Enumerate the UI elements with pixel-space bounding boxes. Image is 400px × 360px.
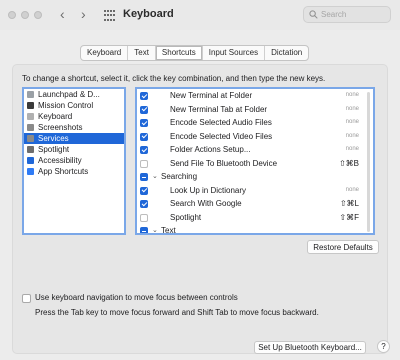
shortcut-label: Encode Selected Audio Files xyxy=(170,118,272,127)
minimize-window-button[interactable] xyxy=(21,11,29,19)
screenshots-icon xyxy=(27,124,34,131)
category-label: Launchpad & D... xyxy=(38,90,100,99)
chevron-down-icon[interactable]: ⌄ xyxy=(152,170,158,184)
shortcut-checkbox[interactable] xyxy=(140,119,148,127)
shortcut-group-row[interactable]: ⌄ Searching xyxy=(137,170,373,184)
shortcut-row[interactable]: Send File To Bluetooth Device ⇧⌘B xyxy=(137,157,373,171)
shortcut-checkbox[interactable] xyxy=(140,146,148,154)
keyboard-navigation-checkbox[interactable] xyxy=(22,294,31,303)
shortcut-checkbox[interactable] xyxy=(140,173,148,181)
shortcut-checkbox[interactable] xyxy=(140,213,148,222)
keyboard-icon xyxy=(27,113,34,120)
shortcut-label: Search With Google xyxy=(170,199,242,208)
category-label: Services xyxy=(38,134,69,143)
tab-keyboard[interactable]: Keyboard xyxy=(81,46,129,60)
instructions-text: To change a shortcut, select it, click t… xyxy=(22,74,326,83)
shortcut-key[interactable]: none xyxy=(346,103,359,117)
shortcut-row[interactable]: Encode Selected Video Files none xyxy=(137,130,373,144)
shortcut-key[interactable]: none xyxy=(346,130,359,144)
chevron-down-icon[interactable]: ⌄ xyxy=(152,224,158,233)
shortcut-key[interactable]: ⇧⌘B xyxy=(339,157,359,171)
search-field[interactable] xyxy=(303,6,391,23)
shortcut-key[interactable]: ⇧⌘F xyxy=(339,211,359,225)
mission-control-icon xyxy=(27,102,34,109)
category-label: App Shortcuts xyxy=(38,167,89,176)
category-item[interactable]: Keyboard xyxy=(24,111,124,122)
tab-bar: Keyboard Text Shortcuts Input Sources Di… xyxy=(80,45,310,61)
shortcut-row[interactable]: Encode Selected Audio Files none xyxy=(137,116,373,130)
shortcut-row[interactable]: New Terminal Tab at Folder none xyxy=(137,103,373,117)
show-all-grid-icon[interactable] xyxy=(104,10,116,22)
shortcut-checkbox[interactable] xyxy=(140,132,148,141)
shortcut-row[interactable]: Search With Google ⇧⌘L xyxy=(137,197,373,211)
shortcut-key[interactable]: none xyxy=(346,116,359,130)
tab-shortcuts[interactable]: Shortcuts xyxy=(155,46,203,60)
shortcut-key[interactable]: none xyxy=(346,184,359,198)
tab-input-sources[interactable]: Input Sources xyxy=(203,46,266,60)
category-label: Mission Control xyxy=(38,101,94,110)
help-button[interactable]: ? xyxy=(377,340,390,353)
keyboard-navigation-label: Use keyboard navigation to move focus be… xyxy=(35,293,238,302)
shortcut-label: New Terminal Tab at Folder xyxy=(170,104,268,114)
app-shortcuts-icon xyxy=(27,168,34,175)
shortcut-checkbox[interactable] xyxy=(140,227,148,233)
shortcut-checkbox[interactable] xyxy=(140,92,148,100)
shortcut-key[interactable]: ⇧⌘L xyxy=(340,197,359,211)
back-button[interactable]: ‹ xyxy=(60,7,65,21)
shortcut-checkbox[interactable] xyxy=(140,105,148,114)
shortcut-row[interactable]: New Terminal at Folder none xyxy=(137,89,373,103)
category-item[interactable]: Launchpad & D... xyxy=(24,89,124,100)
category-label: Spotlight xyxy=(38,145,70,154)
category-label: Accessibility xyxy=(38,156,82,165)
forward-button[interactable]: › xyxy=(81,7,86,21)
search-icon xyxy=(309,10,318,19)
keyboard-navigation-description: Press the Tab key to move focus forward … xyxy=(35,308,319,317)
shortcut-checkbox[interactable] xyxy=(140,159,148,168)
setup-bluetooth-keyboard-button[interactable]: Set Up Bluetooth Keyboard... xyxy=(254,341,366,354)
category-item[interactable]: Mission Control xyxy=(24,100,124,111)
shortcut-label: Look Up in Dictionary xyxy=(170,185,247,195)
category-item[interactable]: Spotlight xyxy=(24,144,124,155)
tab-dictation[interactable]: Dictation xyxy=(265,46,308,60)
shortcut-label: Spotlight xyxy=(170,212,202,222)
shortcut-row[interactable]: Spotlight ⇧⌘F xyxy=(137,211,373,225)
shortcut-label: Folder Actions Setup... xyxy=(170,145,251,154)
services-icon xyxy=(27,135,34,142)
shortcut-row[interactable]: Look Up in Dictionary none xyxy=(137,184,373,198)
category-label: Screenshots xyxy=(38,123,83,132)
category-label: Keyboard xyxy=(38,112,73,121)
shortcut-label: New Terminal at Folder xyxy=(170,91,253,100)
shortcut-row[interactable]: Folder Actions Setup... none xyxy=(137,143,373,157)
shortcut-group-label: Searching xyxy=(161,172,198,181)
category-item[interactable]: Accessibility xyxy=(24,155,124,166)
shortcut-group-row[interactable]: ⌄ Text xyxy=(137,224,373,235)
search-input[interactable] xyxy=(321,9,387,20)
window-title: Keyboard xyxy=(123,8,174,20)
shortcut-category-list[interactable]: Launchpad & D... Mission Control Keyboard S… xyxy=(22,87,126,235)
shortcut-list[interactable]: New Terminal at Folder none New Terminal T… xyxy=(135,87,375,235)
close-window-button[interactable] xyxy=(8,11,16,19)
title-bar: ‹ › Keyboard xyxy=(0,0,400,30)
shortcut-key[interactable]: none xyxy=(346,143,359,157)
shortcut-key[interactable]: none xyxy=(346,89,359,103)
shortcut-group-label: Text xyxy=(161,226,176,235)
restore-defaults-button[interactable]: Restore Defaults xyxy=(307,240,379,254)
shortcut-checkbox[interactable] xyxy=(140,200,148,208)
shortcut-checkbox[interactable] xyxy=(140,186,148,195)
category-item[interactable]: Screenshots xyxy=(24,122,124,133)
shortcut-label: Send File To Bluetooth Device xyxy=(170,158,278,168)
launchpad-icon xyxy=(27,91,34,98)
tab-text[interactable]: Text xyxy=(128,46,156,60)
category-item[interactable]: App Shortcuts xyxy=(24,166,124,177)
spotlight-icon xyxy=(27,146,34,153)
zoom-window-button[interactable] xyxy=(34,11,42,19)
accessibility-icon xyxy=(27,157,34,164)
category-item[interactable]: Services xyxy=(24,133,124,144)
shortcut-label: Encode Selected Video Files xyxy=(170,131,273,141)
